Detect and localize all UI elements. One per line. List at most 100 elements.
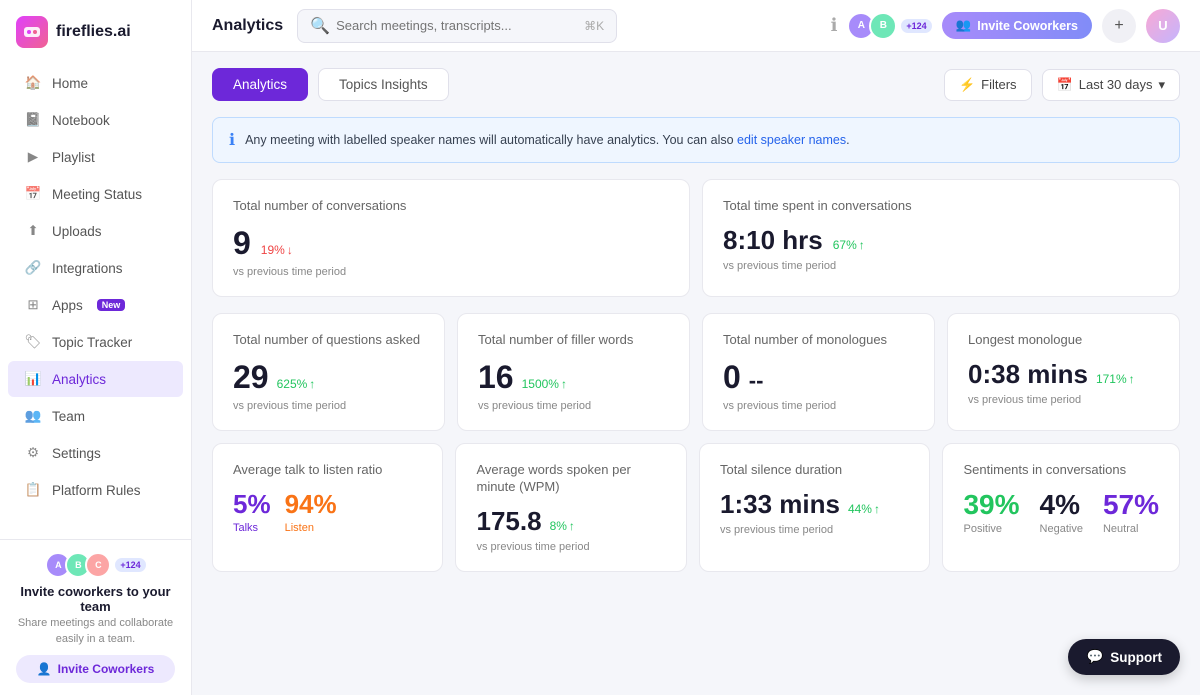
team-icon: 👥 (24, 407, 42, 425)
sidebar-item-playlist[interactable]: ▶ Playlist (8, 139, 183, 175)
sidebar-item-team[interactable]: 👥 Team (8, 398, 183, 434)
search-input[interactable] (336, 18, 578, 33)
topbar-right: ℹ A B +124 👥 Invite Coworkers + U (831, 9, 1180, 43)
sidebar-invite-button[interactable]: 👤 Invite Coworkers (16, 655, 175, 683)
negative-label: Negative (1040, 523, 1083, 535)
info-banner-text: Any meeting with labelled speaker names … (245, 133, 850, 147)
apps-badge: New (97, 299, 126, 311)
sidebar-item-settings[interactable]: ⚙ Settings (8, 435, 183, 471)
stat-monologues: Total number of monologues 0 -- vs previ… (702, 313, 935, 431)
stat-conversations-change: 19% ↓ (261, 243, 293, 257)
sentiments-row: 39% Positive 4% Negative 57% Neutral (963, 489, 1159, 535)
tabs-row: Analytics Topics Insights ⚡ Filters 📅 La… (212, 68, 1180, 101)
longest-monologue-arrow-icon: ↑ (1129, 372, 1135, 386)
stat-filler-words-change: 1500% ↑ (522, 377, 567, 391)
stat-talk-ratio: Average talk to listen ratio 5% Talks 94… (212, 443, 443, 572)
date-range-button[interactable]: 📅 Last 30 days ▾ (1042, 69, 1180, 101)
stat-time-spent-sub: vs previous time period (723, 260, 1159, 272)
info-banner: ℹ Any meeting with labelled speaker name… (212, 117, 1180, 163)
tab-topics-insights[interactable]: Topics Insights (318, 68, 449, 101)
logo-icon (16, 16, 48, 48)
invite-coworkers-label: Invite Coworkers (977, 19, 1078, 33)
sidebar-item-notebook[interactable]: 📓 Notebook (8, 102, 183, 138)
sidebar-item-uploads[interactable]: ⬆ Uploads (8, 213, 183, 249)
stat-time-spent-change: 67% ↑ (833, 238, 865, 252)
conversations-change-pct: 19% (261, 243, 285, 257)
meeting-status-icon: 📅 (24, 185, 42, 203)
info-icon-topbar: ℹ (831, 15, 838, 36)
stat-wpm: Average words spoken per minute (WPM) 17… (455, 443, 687, 572)
sidebar-label-meeting-status: Meeting Status (52, 187, 142, 202)
stat-time-spent-value: 8:10 hrs (723, 225, 823, 256)
chevron-down-icon: ▾ (1158, 77, 1165, 93)
keyboard-shortcut-icon: ⌘K (584, 19, 604, 33)
stat-conversations-sub: vs previous time period (233, 266, 669, 278)
sidebar-item-platform-rules[interactable]: 📋 Platform Rules (8, 472, 183, 508)
support-label: Support (1110, 650, 1162, 665)
search-box[interactable]: 🔍 ⌘K (297, 9, 617, 43)
sidebar-label-settings: Settings (52, 446, 101, 461)
filters-button[interactable]: ⚡ Filters (944, 69, 1032, 101)
plus-icon: + (1114, 17, 1123, 35)
sentiment-positive: 39% Positive (963, 489, 1019, 535)
platform-rules-icon: 📋 (24, 481, 42, 499)
stat-silence: Total silence duration 1:33 mins 44% ↑ v… (699, 443, 931, 572)
sidebar-label-team: Team (52, 409, 85, 424)
stats-bot-grid: Average talk to listen ratio 5% Talks 94… (212, 443, 1180, 572)
calendar-icon: 📅 (1057, 77, 1073, 93)
topbar-avatar-count: +124 (901, 19, 931, 33)
support-button[interactable]: 💬 Support (1068, 639, 1180, 675)
sidebar-invite-label: Invite Coworkers (58, 662, 155, 676)
filters-label: Filters (981, 77, 1016, 92)
content-area: Analytics Topics Insights ⚡ Filters 📅 La… (192, 52, 1200, 695)
sidebar-item-integrations[interactable]: 🔗 Integrations (8, 250, 183, 286)
sidebar-label-integrations: Integrations (52, 261, 123, 276)
listen-label: Listen (285, 522, 337, 534)
sidebar-item-home[interactable]: 🏠 Home (8, 65, 183, 101)
sidebar-item-topic-tracker[interactable]: 🏷 Topic Tracker (8, 324, 183, 360)
sidebar-item-analytics[interactable]: 📊 Analytics (8, 361, 183, 397)
integrations-icon: 🔗 (24, 259, 42, 277)
sidebar: fireflies.ai 🏠 Home 📓 Notebook ▶ Playlis… (0, 0, 192, 695)
stat-conversations-label: Total number of conversations (233, 198, 669, 215)
stat-longest-monologue-change: 171% ↑ (1096, 372, 1135, 386)
invite-coworkers-button[interactable]: 👥 Invite Coworkers (942, 12, 1092, 39)
edit-names-link[interactable]: edit speaker names (737, 133, 846, 147)
add-button[interactable]: + (1102, 9, 1136, 43)
topbar: Analytics 🔍 ⌘K ℹ A B +124 👥 Invite Cowor… (192, 0, 1200, 52)
stat-sentiments: Sentiments in conversations 39% Positive… (942, 443, 1180, 572)
stats-mid-grid: Total number of questions asked 29 625% … (212, 313, 1180, 431)
filters-right: ⚡ Filters 📅 Last 30 days ▾ (944, 69, 1180, 101)
filter-icon: ⚡ (959, 77, 975, 93)
stat-filler-words: Total number of filler words 16 1500% ↑ … (457, 313, 690, 431)
stat-sentiments-label: Sentiments in conversations (963, 462, 1159, 479)
conversations-arrow-icon: ↓ (287, 243, 293, 257)
tab-analytics[interactable]: Analytics (212, 68, 308, 101)
sidebar-item-meeting-status[interactable]: 📅 Meeting Status (8, 176, 183, 212)
sidebar-item-apps[interactable]: ⊞ Apps New (8, 287, 183, 323)
neutral-percentage: 57% (1103, 489, 1159, 521)
avatar-3: C (85, 552, 111, 578)
ratio-values: 5% Talks 94% Listen (233, 489, 422, 534)
questions-arrow-icon: ↑ (309, 377, 315, 391)
filler-words-arrow-icon: ↑ (561, 377, 567, 391)
home-icon: 🏠 (24, 74, 42, 92)
stat-longest-monologue: Longest monologue 0:38 mins 171% ↑ vs pr… (947, 313, 1180, 431)
stat-silence-label: Total silence duration (720, 462, 910, 479)
invite-person-icon: 👤 (37, 662, 52, 676)
stat-time-spent-label: Total time spent in conversations (723, 198, 1159, 215)
user-avatar[interactable]: U (1146, 9, 1180, 43)
neutral-label: Neutral (1103, 523, 1159, 535)
sidebar-label-apps: Apps (52, 298, 83, 313)
uploads-icon: ⬆ (24, 222, 42, 240)
stat-wpm-change: 8% ↑ (550, 519, 575, 533)
stat-questions-sub: vs previous time period (233, 400, 424, 412)
sentiment-negative: 4% Negative (1040, 489, 1083, 535)
stat-talk-ratio-label: Average talk to listen ratio (233, 462, 422, 479)
stat-filler-words-value: 16 (478, 359, 514, 396)
longest-monologue-change-pct: 171% (1096, 372, 1127, 386)
stat-longest-monologue-value: 0:38 mins (968, 359, 1088, 390)
sidebar-label-notebook: Notebook (52, 113, 110, 128)
coworkers-icon: 👥 (956, 18, 972, 33)
questions-change-pct: 625% (277, 377, 308, 391)
